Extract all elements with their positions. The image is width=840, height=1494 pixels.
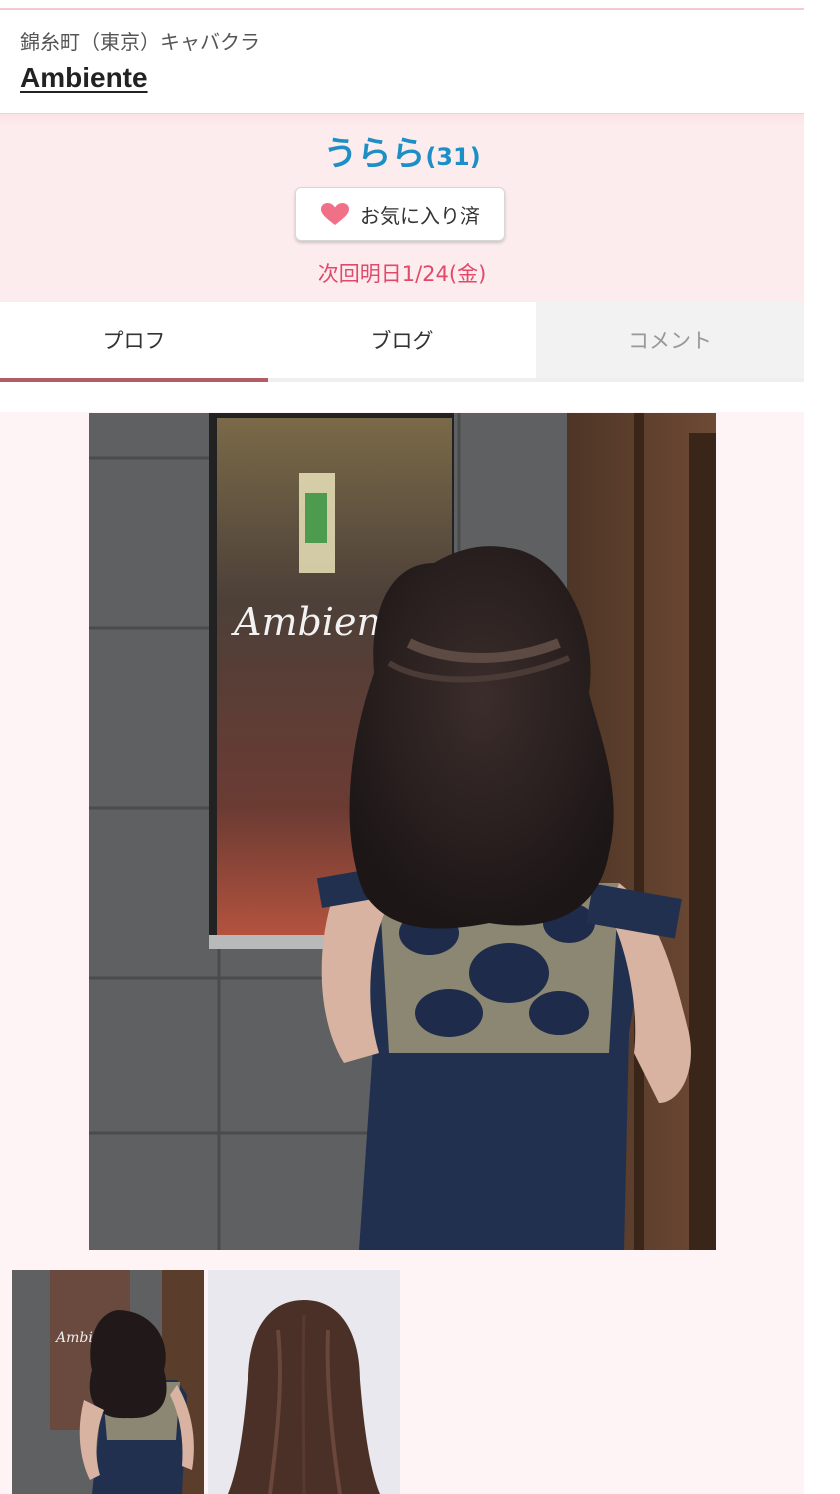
- favorite-button[interactable]: お気に入り済: [295, 187, 505, 241]
- photo-gallery: Ambiente Ambiente: [0, 412, 804, 1494]
- profile-header: うらら(31) お気に入り済 次回明日1/24(金): [0, 114, 804, 302]
- main-photo[interactable]: Ambiente: [89, 413, 716, 1250]
- favorite-label: お気に入り済: [360, 203, 480, 228]
- top-strip: [0, 0, 804, 10]
- profile-tabs: プロフ ブログ コメント: [0, 302, 804, 382]
- shop-header: 錦糸町（東京）キャバクラ Ambiente: [0, 12, 804, 114]
- cast-name: うらら: [323, 134, 426, 174]
- cast-age: (31): [425, 143, 481, 171]
- tab-profile[interactable]: プロフ: [0, 302, 268, 382]
- tab-comment[interactable]: コメント: [536, 302, 804, 382]
- photo-thumbnail[interactable]: [208, 1270, 400, 1494]
- photo-thumbnail[interactable]: Ambiente: [12, 1270, 204, 1494]
- next-work-date: 次回明日1/24(金): [317, 262, 487, 286]
- tab-blog[interactable]: ブログ: [268, 302, 536, 382]
- shop-area-category: 錦糸町（東京）キャバクラ: [20, 30, 260, 54]
- shop-name-link[interactable]: Ambiente: [20, 62, 148, 94]
- cast-title: うらら(31): [0, 126, 804, 175]
- heart-icon: [320, 202, 350, 226]
